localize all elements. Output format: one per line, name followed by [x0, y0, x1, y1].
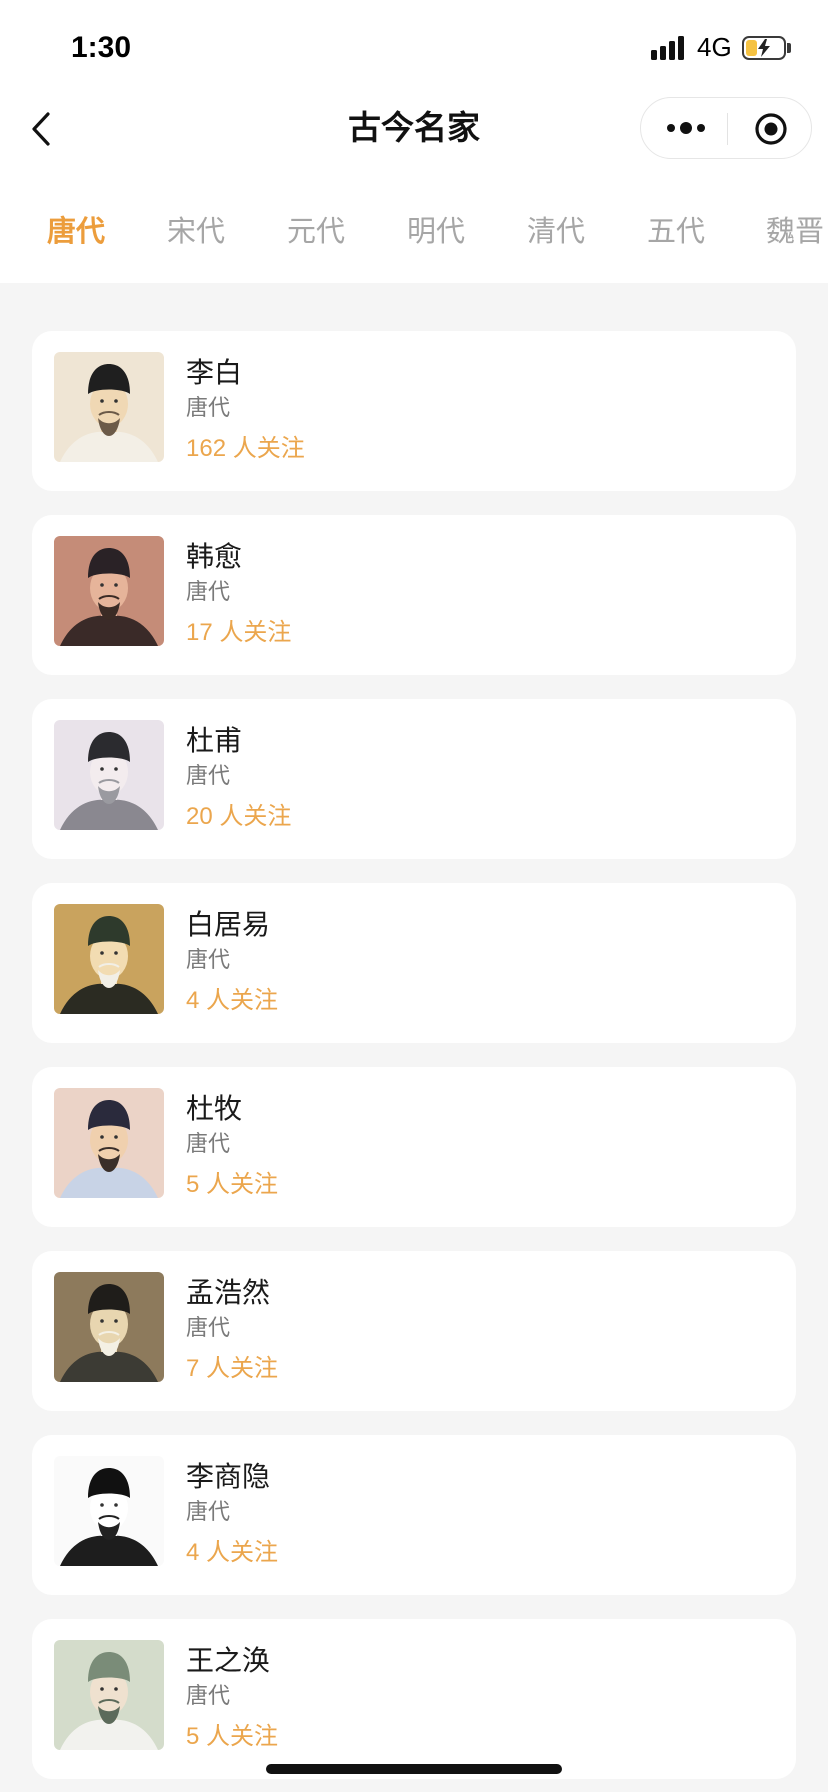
poet-followers: 4 人关注: [186, 1539, 279, 1566]
avatar: [54, 1640, 164, 1750]
tab-qing[interactable]: 清代: [496, 205, 616, 259]
tab-tang[interactable]: 唐代: [16, 205, 136, 259]
poet-followers: 5 人关注: [186, 1171, 279, 1198]
avatar: [54, 1456, 164, 1566]
header: 1:30 4G 古今名家 唐代 宋代 元代 明代 清代 五代 魏晋: [0, 0, 828, 283]
poet-followers: 162 人关注: [186, 435, 305, 462]
tab-wudai[interactable]: 五代: [616, 205, 736, 259]
network-type: 4G: [697, 32, 732, 62]
poet-card[interactable]: 李白 唐代 162 人关注: [32, 331, 796, 491]
chevron-left-icon[interactable]: [28, 110, 56, 148]
avatar: [54, 904, 164, 1014]
poet-card[interactable]: 杜甫 唐代 20 人关注: [32, 699, 796, 859]
tab-song[interactable]: 宋代: [136, 205, 256, 259]
poet-name: 白居易: [186, 909, 271, 940]
tab-weijin[interactable]: 魏晋: [736, 205, 828, 259]
avatar: [54, 352, 164, 462]
poet-name: 韩愈: [186, 541, 243, 572]
capsule-divider: [727, 113, 728, 145]
poet-followers: 17 人关注: [186, 619, 292, 646]
poet-card[interactable]: 杜牧 唐代 5 人关注: [32, 1067, 796, 1227]
poet-card[interactable]: 王之涣 唐代 5 人关注: [32, 1619, 796, 1779]
avatar: [54, 1088, 164, 1198]
poet-dynasty: 唐代: [186, 395, 231, 420]
poet-followers: 7 人关注: [186, 1355, 279, 1382]
page-title: 古今名家: [348, 109, 480, 146]
poet-followers: 4 人关注: [186, 987, 279, 1014]
more-dots-icon[interactable]: [661, 114, 711, 142]
mini-program-capsule: [640, 97, 812, 159]
tab-yuan[interactable]: 元代: [256, 205, 376, 259]
poet-dynasty: 唐代: [186, 763, 231, 788]
poet-followers: 20 人关注: [186, 803, 292, 830]
poet-name: 杜牧: [186, 1093, 243, 1124]
poet-dynasty: 唐代: [186, 579, 231, 604]
dynasty-tabs: 唐代 宋代 元代 明代 清代 五代 魏晋: [16, 205, 828, 259]
poet-card[interactable]: 韩愈 唐代 17 人关注: [32, 515, 796, 675]
poet-card[interactable]: 白居易 唐代 4 人关注: [32, 883, 796, 1043]
poet-dynasty: 唐代: [186, 1131, 231, 1156]
battery-cap: [787, 43, 791, 53]
poet-followers: 5 人关注: [186, 1723, 279, 1750]
avatar: [54, 1272, 164, 1382]
poet-name: 李商隐: [186, 1461, 271, 1492]
poet-dynasty: 唐代: [186, 947, 231, 972]
poet-name: 杜甫: [186, 725, 243, 756]
poet-name: 孟浩然: [186, 1277, 271, 1308]
poet-name: 李白: [186, 357, 243, 388]
poet-dynasty: 唐代: [186, 1499, 231, 1524]
poet-card[interactable]: 李商隐 唐代 4 人关注: [32, 1435, 796, 1595]
poet-dynasty: 唐代: [186, 1315, 231, 1340]
poet-name: 王之涣: [186, 1645, 271, 1676]
home-indicator[interactable]: [266, 1764, 562, 1774]
cellular-signal-icon: [651, 36, 684, 60]
avatar: [54, 720, 164, 830]
target-icon[interactable]: [754, 112, 788, 146]
tab-ming[interactable]: 明代: [376, 205, 496, 259]
poet-card[interactable]: 孟浩然 唐代 7 人关注: [32, 1251, 796, 1411]
poet-dynasty: 唐代: [186, 1683, 231, 1708]
status-time: 1:30: [71, 31, 132, 64]
lightning-icon: [758, 39, 770, 57]
avatar: [54, 536, 164, 646]
poet-list: 李白 唐代 162 人关注 韩愈 唐代 17 人关注 杜甫 唐代 20 人关注: [0, 283, 828, 1792]
